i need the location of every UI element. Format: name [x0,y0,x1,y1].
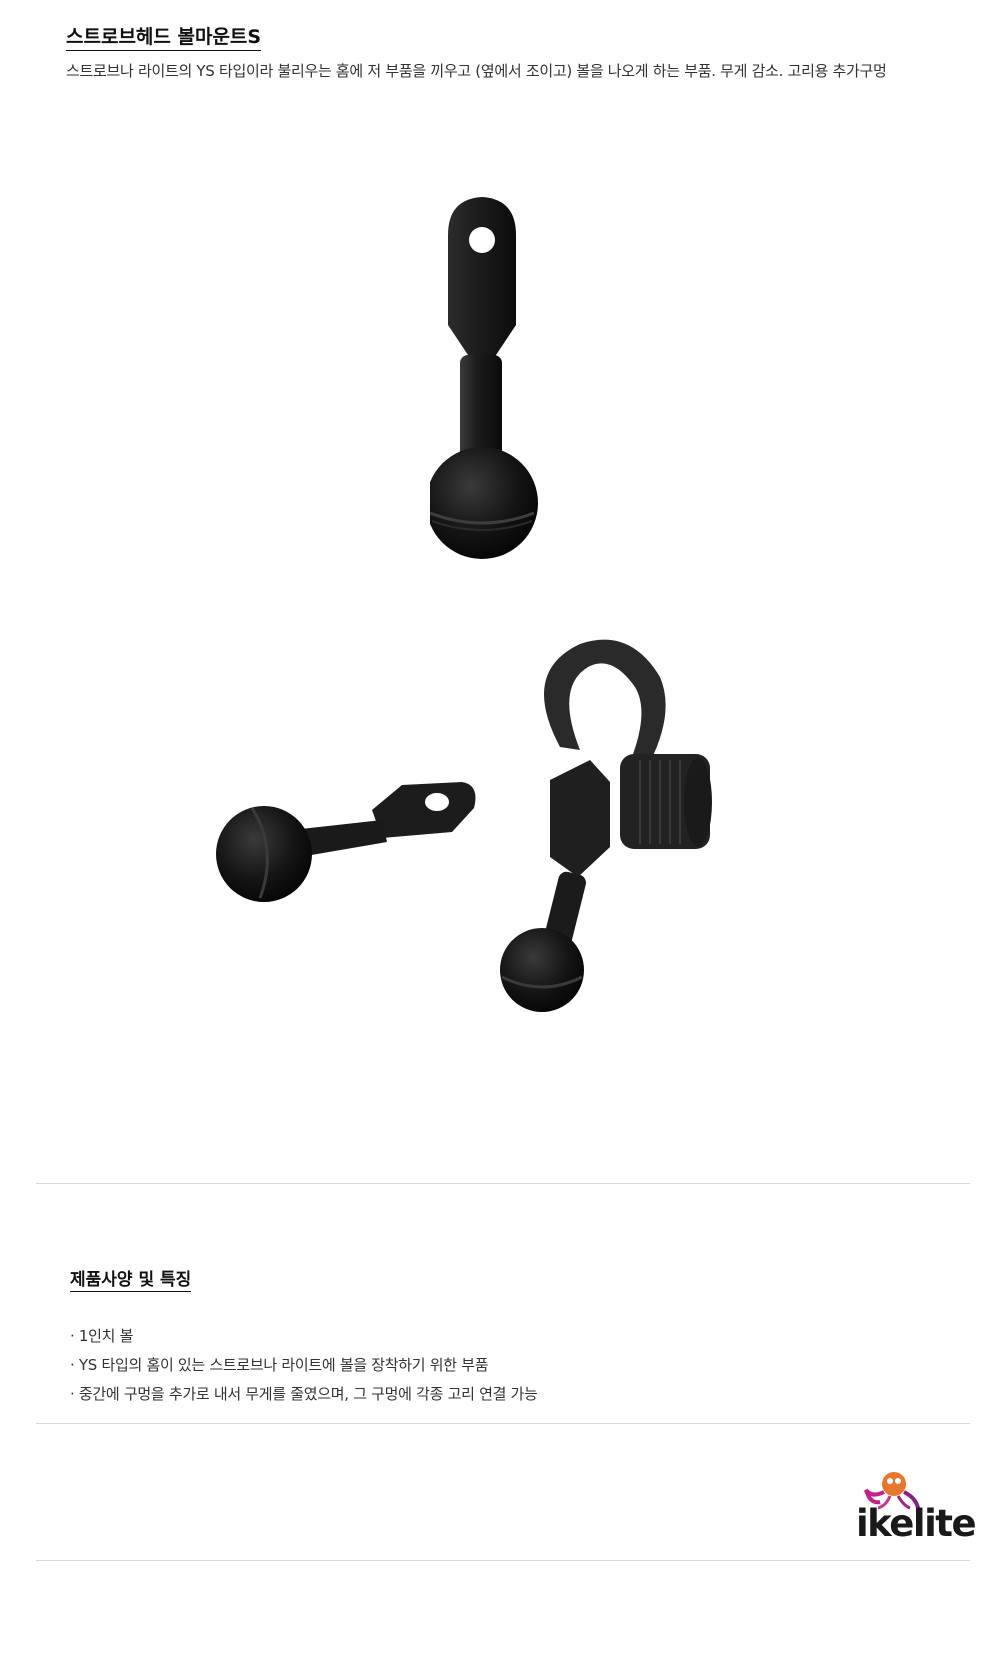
section-divider [36,1423,970,1424]
ikelite-logo-text: ikelite [856,1502,977,1545]
specs-section: 제품사양 및 특징 · 1인치 볼 · YS 타입의 홈이 있는 스트로브나 라… [70,1265,950,1409]
product-photo-clamped [500,632,720,1032]
product-header: 스트로브헤드 볼마운트S 스트로브나 라이트의 YS 타입이라 불리우는 홈에 … [66,22,966,81]
specs-title: 제품사양 및 특징 [70,1265,192,1292]
spec-item: · YS 타입의 홈이 있는 스트로브나 라이트에 볼을 장착하기 위한 부품 [70,1356,489,1374]
product-photo-single [430,195,580,595]
product-photo-angled [212,780,482,920]
section-divider [36,1560,970,1561]
ikelite-logo: ikelite [856,1468,977,1548]
spec-item: · 중간에 구멍을 추가로 내서 무게를 줄였으며, 그 구멍에 각종 고리 연… [70,1385,538,1403]
section-divider [36,1183,970,1184]
product-title: 스트로브헤드 볼마운트S [66,22,262,51]
spec-list: · 1인치 볼 · YS 타입의 홈이 있는 스트로브나 라이트에 볼을 장착하… [70,1322,950,1409]
product-description: 스트로브나 라이트의 YS 타입이라 불리우는 홈에 저 부품을 끼우고 (옆에… [66,62,887,80]
spec-item: · 1인치 볼 [70,1327,134,1345]
